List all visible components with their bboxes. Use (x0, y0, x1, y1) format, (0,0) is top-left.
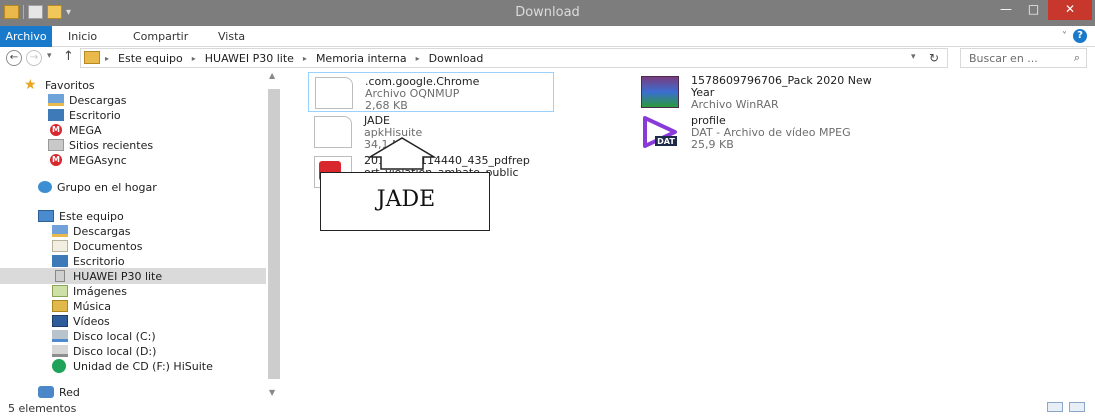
large-icons-view-icon[interactable] (1069, 402, 1085, 412)
status-bar: 5 elementos (0, 399, 1095, 417)
annotation-label: JADE (376, 187, 436, 212)
details-view-icon[interactable] (1047, 402, 1063, 412)
annotation-arrow (367, 137, 437, 170)
item-count: 5 elementos (8, 402, 77, 415)
annotation-callout: JADE (320, 172, 490, 231)
